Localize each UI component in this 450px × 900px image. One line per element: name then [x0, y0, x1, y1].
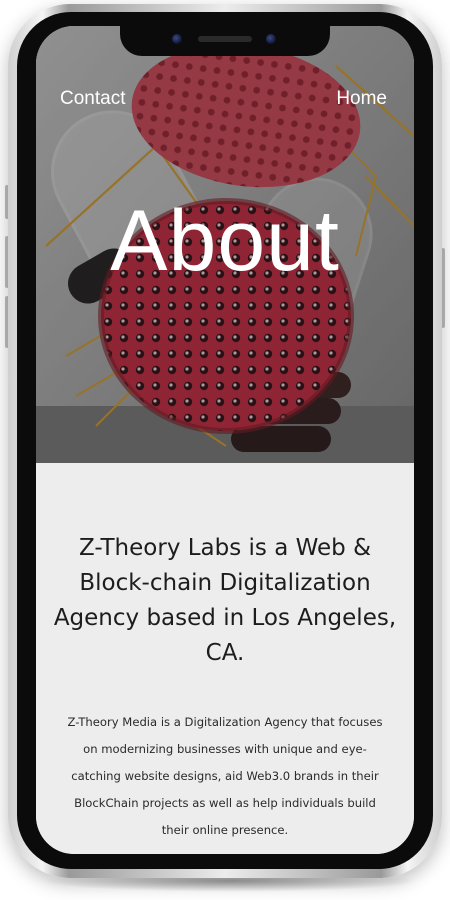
about-headline: Z-Theory Labs is a Web & Block-chain Dig… [53, 535, 397, 666]
phone-notch [120, 26, 330, 56]
front-sensor-icon [172, 34, 182, 44]
front-camera-icon [266, 34, 276, 44]
nav-home-link[interactable]: Home [336, 88, 387, 110]
nav-contact-link[interactable]: Contact [60, 88, 125, 110]
hero-section: Contact Home About [36, 26, 414, 463]
earpiece-speaker [198, 36, 252, 42]
page-title: About [110, 193, 340, 289]
about-content-section: Z-Theory Labs is a Web & Block-chain Dig… [36, 463, 414, 854]
about-body-text: Z-Theory Media is a Digitalization Agenc… [67, 715, 383, 837]
phone-screen: Contact Home About Z-Theory Labs is a We… [36, 26, 414, 854]
mockup-stage: Contact Home About Z-Theory Labs is a We… [0, 0, 450, 900]
